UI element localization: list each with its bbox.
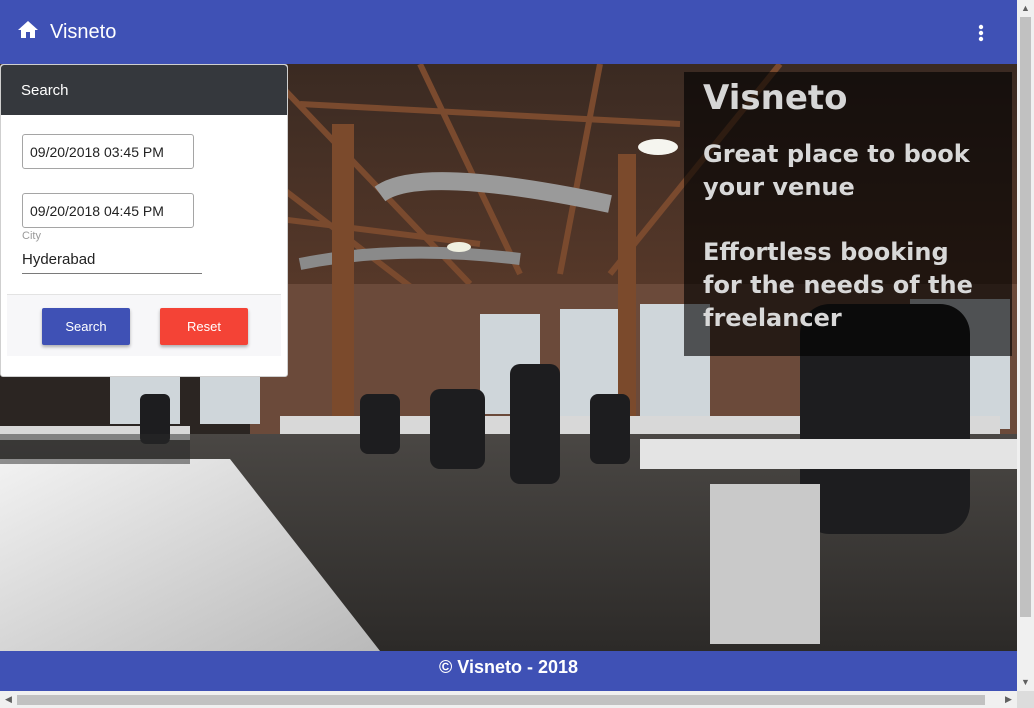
home-icon[interactable] [16, 18, 40, 42]
search-card-actions: Search Reset [7, 294, 281, 356]
hero-tagline: Great place to book your venue [703, 140, 970, 201]
footer-copyright: © Visneto - 2018 [439, 657, 578, 677]
horizontal-scroll-thumb[interactable] [17, 695, 985, 705]
horizontal-scrollbar[interactable]: ◀ ▶ [0, 691, 1017, 708]
vertical-scroll-thumb[interactable] [1020, 17, 1031, 617]
search-card: Search 09/20/2018 03:45 PM 09/20/2018 04… [0, 64, 288, 377]
end-datetime-input[interactable]: 09/20/2018 04:45 PM [22, 193, 194, 228]
app-title[interactable]: Visneto [50, 21, 116, 44]
reset-button[interactable]: Reset [160, 308, 248, 345]
hero-subtagline: Effortless booking for the needs of the … [703, 238, 973, 332]
page-viewport: Visneto Visneto Great place to book your… [0, 0, 1017, 691]
vertical-scrollbar[interactable]: ▲ ▼ [1017, 0, 1034, 691]
search-card-header: Search [1, 65, 287, 115]
scroll-up-arrow-icon[interactable]: ▲ [1017, 0, 1034, 17]
scroll-left-arrow-icon[interactable]: ◀ [0, 691, 17, 708]
start-datetime-input[interactable]: 09/20/2018 03:45 PM [22, 134, 194, 169]
search-button[interactable]: Search [42, 308, 130, 345]
more-vert-icon[interactable] [968, 20, 994, 46]
city-input[interactable]: Hyderabad [22, 249, 202, 274]
city-label: City [22, 230, 41, 242]
scroll-right-arrow-icon[interactable]: ▶ [1000, 691, 1017, 708]
scrollbar-corner [1017, 691, 1034, 708]
footer: © Visneto - 2018 [0, 651, 1017, 691]
hero-title: Visneto [703, 78, 848, 118]
scroll-down-arrow-icon[interactable]: ▼ [1017, 674, 1034, 691]
hero-overlay: Visneto Great place to book your venue E… [684, 72, 1012, 356]
app-bar: Visneto [0, 0, 1017, 64]
